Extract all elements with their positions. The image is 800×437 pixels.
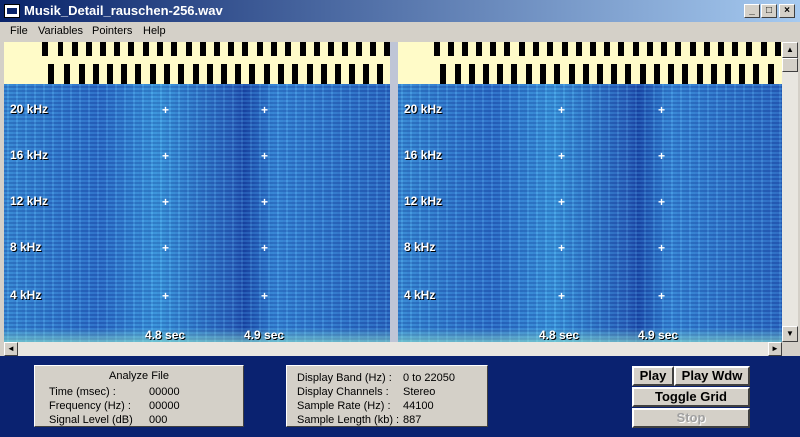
grid-cross-icon: + xyxy=(557,195,565,209)
menu-variables[interactable]: Variables xyxy=(38,25,83,37)
grid-cross-icon: + xyxy=(260,103,268,117)
toggle-grid-button[interactable]: Toggle Grid xyxy=(632,387,750,407)
spectrogram-left[interactable] xyxy=(4,84,390,342)
maximize-button[interactable]: □ xyxy=(761,4,777,18)
display-label: Sample Length (kb) : xyxy=(297,414,400,426)
analyze-label: Frequency (Hz) : xyxy=(49,400,131,412)
time-label: 4.8 sec xyxy=(145,328,186,342)
grid-cross-icon: + xyxy=(557,103,565,117)
analyze-value: 000 xyxy=(149,414,168,426)
spectrogram-right[interactable] xyxy=(398,84,784,342)
grid-cross-icon: + xyxy=(657,149,665,163)
display-row: Display Band (Hz) : 0 to 22050 xyxy=(287,372,487,385)
display-row: Sample Rate (Hz) : 44100 xyxy=(287,400,487,413)
menu-bar: File Variables Pointers Help xyxy=(0,22,800,41)
title-bar: Musik_Detail_rauschen-256.wav _ □ × xyxy=(0,0,800,22)
scroll-down-icon[interactable]: ▼ xyxy=(782,326,798,342)
grid-cross-icon: + xyxy=(161,289,169,303)
display-value: 887 xyxy=(403,414,422,426)
grid-cross-icon: + xyxy=(557,289,565,303)
freq-label: 8 kHz xyxy=(404,240,436,254)
analyze-row: Frequency (Hz) : 00000 xyxy=(35,400,243,413)
freq-label: 12 kHz xyxy=(404,194,443,208)
grid-cross-icon: + xyxy=(161,241,169,255)
grid-cross-icon: + xyxy=(260,241,268,255)
display-value: 44100 xyxy=(403,400,434,412)
display-row: Display Channels : Stereo xyxy=(287,386,487,399)
menu-pointers[interactable]: Pointers xyxy=(92,25,132,37)
analyze-row: Time (msec) : 00000 xyxy=(35,386,243,399)
freq-label: 16 kHz xyxy=(10,148,49,162)
grid-cross-icon: + xyxy=(557,149,565,163)
analyze-value: 00000 xyxy=(149,386,180,398)
spectrogram-viewport[interactable]: 20 kHz 16 kHz 12 kHz 8 kHz 4 kHz 4.8 sec… xyxy=(4,42,784,342)
vertical-scrollbar[interactable]: ▲ ▼ xyxy=(782,42,798,342)
analyze-label: Signal Level (dB) xyxy=(49,414,133,426)
analyze-label: Time (msec) : xyxy=(49,386,116,398)
analyze-value: 00000 xyxy=(149,400,180,412)
display-label: Sample Rate (Hz) : xyxy=(297,400,391,412)
freq-label: 4 kHz xyxy=(10,288,42,302)
time-label: 4.9 sec xyxy=(638,328,679,342)
time-label: 4.8 sec xyxy=(539,328,580,342)
analyze-row: Signal Level (dB) 000 xyxy=(35,414,243,427)
vertical-scroll-thumb[interactable] xyxy=(782,58,798,72)
minimize-button[interactable]: _ xyxy=(744,4,760,18)
channel-divider xyxy=(390,42,398,342)
freq-label: 16 kHz xyxy=(404,148,443,162)
scroll-left-icon[interactable]: ◄ xyxy=(4,342,18,356)
grid-cross-icon: + xyxy=(657,103,665,117)
analyze-header: Analyze File xyxy=(109,370,169,382)
grid-cross-icon: + xyxy=(161,195,169,209)
grid-cross-icon: + xyxy=(657,241,665,255)
play-button[interactable]: Play xyxy=(632,366,674,386)
grid-cross-icon: + xyxy=(657,289,665,303)
right-channel-panel[interactable]: 20 kHz 16 kHz 12 kHz 8 kHz 4 kHz 4.8 sec… xyxy=(398,42,784,342)
freq-label: 20 kHz xyxy=(404,102,443,116)
control-panel: Analyze File Time (msec) : 00000 Frequen… xyxy=(0,356,800,437)
time-label: 4.9 sec xyxy=(244,328,285,342)
app-icon[interactable] xyxy=(4,4,20,18)
grid-cross-icon: + xyxy=(657,195,665,209)
grid-cross-icon: + xyxy=(557,241,565,255)
display-value: Stereo xyxy=(403,386,436,398)
horizontal-scrollbar[interactable]: ◄ ► xyxy=(4,342,782,356)
marker-strip xyxy=(4,42,390,84)
grid-cross-icon: + xyxy=(260,289,268,303)
grid-cross-icon: + xyxy=(161,149,169,163)
scroll-right-icon[interactable]: ► xyxy=(768,342,782,356)
stop-button[interactable]: Stop xyxy=(632,408,750,428)
scroll-up-icon[interactable]: ▲ xyxy=(782,42,798,58)
play-window-button[interactable]: Play Wdw xyxy=(674,366,750,386)
grid-cross-icon: + xyxy=(260,149,268,163)
menu-help[interactable]: Help xyxy=(143,25,166,37)
marker-strip xyxy=(398,42,784,84)
grid-cross-icon: + xyxy=(161,103,169,117)
analyze-file-box: Analyze File Time (msec) : 00000 Frequen… xyxy=(34,365,244,427)
grid-cross-icon: + xyxy=(260,195,268,209)
menu-file[interactable]: File xyxy=(10,25,28,37)
display-value: 0 to 22050 xyxy=(403,372,455,384)
display-label: Display Channels : xyxy=(297,386,389,398)
freq-label: 8 kHz xyxy=(10,240,42,254)
display-info-box: Display Band (Hz) : 0 to 22050 Display C… xyxy=(286,365,488,427)
freq-label: 20 kHz xyxy=(10,102,49,116)
display-label: Display Band (Hz) : xyxy=(297,372,392,384)
left-channel-panel[interactable]: 20 kHz 16 kHz 12 kHz 8 kHz 4 kHz 4.8 sec… xyxy=(4,42,390,342)
display-row: Sample Length (kb) : 887 xyxy=(287,414,487,427)
close-button[interactable]: × xyxy=(779,4,795,18)
freq-label: 4 kHz xyxy=(404,288,436,302)
freq-label: 12 kHz xyxy=(10,194,49,208)
window-title: Musik_Detail_rauschen-256.wav xyxy=(24,3,223,18)
